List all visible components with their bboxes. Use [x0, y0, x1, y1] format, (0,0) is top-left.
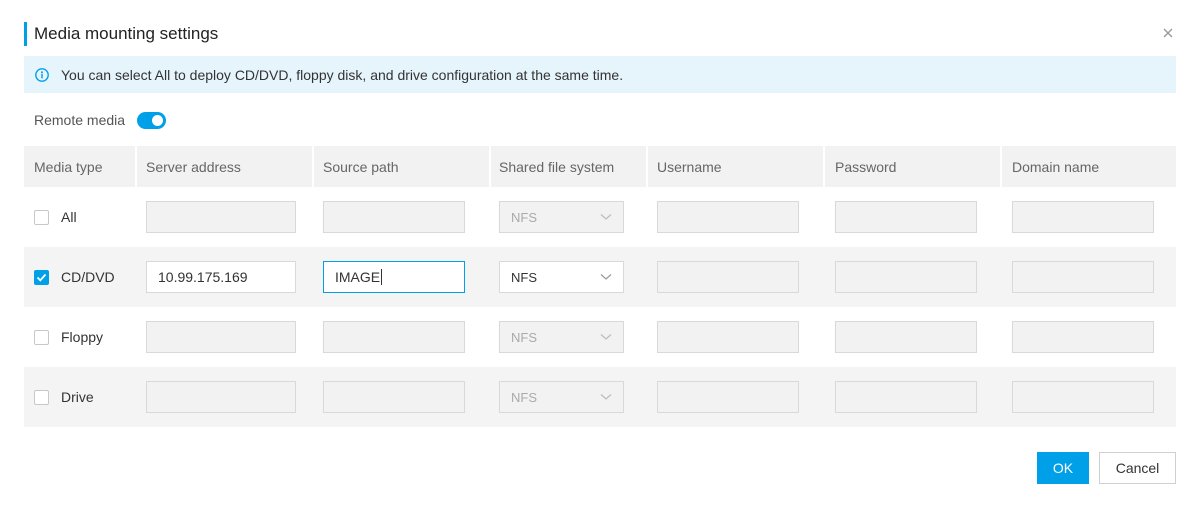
shared-fs-select-all: NFS	[499, 201, 624, 233]
media-type-label: All	[61, 209, 77, 225]
domain-name-input-cd-dvd	[1012, 261, 1154, 293]
col-username: Username	[646, 146, 823, 187]
remote-media-label: Remote media	[34, 112, 126, 128]
username-input-all	[657, 201, 799, 233]
title-accent-bar	[24, 22, 27, 46]
col-domain-name: Domain name	[1000, 146, 1176, 187]
media-type-cell: Floppy	[24, 307, 135, 367]
cancel-button[interactable]: Cancel	[1099, 452, 1176, 484]
table-row-floppy: Floppy NFS	[24, 307, 1176, 367]
toggle-knob	[152, 114, 164, 126]
media-type-cell: All	[24, 187, 135, 247]
server-address-input-floppy	[146, 321, 296, 353]
media-table: Media type Server address Source path Sh…	[24, 146, 1176, 427]
shared-fs-select-drive: NFS	[499, 381, 624, 413]
col-shared-file-system: Shared file system	[489, 146, 646, 187]
chevron-down-icon	[600, 334, 612, 340]
source-path-input-drive	[323, 381, 465, 413]
password-input-all	[835, 201, 977, 233]
ok-button[interactable]: OK	[1037, 452, 1089, 484]
media-type-label: Floppy	[61, 329, 104, 345]
chevron-down-icon	[600, 394, 612, 400]
source-path-value: IMAGE	[335, 269, 381, 285]
source-path-input-floppy	[323, 321, 465, 353]
username-input-cd-dvd	[657, 261, 799, 293]
col-server-address: Server address	[135, 146, 312, 187]
text-cursor	[381, 269, 383, 285]
shared-fs-value: NFS	[511, 269, 537, 285]
media-type-cell: Drive	[24, 367, 135, 427]
shared-fs-value: NFS	[511, 209, 537, 225]
dialog-title: Media mounting settings	[34, 24, 219, 43]
media-type-cell: CD/DVD	[24, 247, 135, 307]
username-input-drive	[657, 381, 799, 413]
server-address-input-all	[146, 201, 296, 233]
shared-fs-value: NFS	[511, 389, 537, 405]
table-header: Media type Server address Source path Sh…	[24, 146, 1176, 187]
shared-fs-select-floppy: NFS	[499, 321, 624, 353]
media-type-label: Drive	[61, 389, 94, 405]
source-path-input-cd-dvd[interactable]: IMAGE	[323, 261, 465, 293]
checkmark-icon	[36, 273, 47, 282]
remote-media-toggle[interactable]	[137, 111, 167, 129]
password-input-cd-dvd	[835, 261, 977, 293]
col-media-type: Media type	[34, 158, 103, 175]
col-source-path: Source path	[312, 146, 489, 187]
close-icon[interactable]	[1160, 25, 1176, 41]
domain-name-input-drive	[1012, 381, 1154, 413]
chevron-down-icon	[600, 274, 612, 280]
server-address-input-cd-dvd[interactable]: 10.99.175.169	[146, 261, 296, 293]
source-path-input-all	[323, 201, 465, 233]
col-password: Password	[823, 146, 1000, 187]
shared-fs-select-cd-dvd[interactable]: NFS	[499, 261, 624, 293]
password-input-drive	[835, 381, 977, 413]
table-row-cd-dvd: CD/DVD 10.99.175.169 IMAGE NFS	[24, 247, 1176, 307]
info-text: You can select All to deploy CD/DVD, flo…	[61, 66, 624, 83]
table-row-all: All NFS	[24, 187, 1176, 247]
password-input-floppy	[835, 321, 977, 353]
table-row-drive: Drive NFS	[24, 367, 1176, 427]
dialog-title-bar: Media mounting settings	[24, 22, 218, 46]
checkbox-all[interactable]	[34, 209, 49, 225]
server-address-input-drive	[146, 381, 296, 413]
info-banner: You can select All to deploy CD/DVD, flo…	[24, 56, 1176, 93]
username-input-floppy	[657, 321, 799, 353]
chevron-down-icon	[600, 214, 612, 220]
domain-name-input-all	[1012, 201, 1154, 233]
checkbox-drive[interactable]	[34, 389, 49, 405]
checkbox-floppy[interactable]	[34, 329, 49, 345]
media-type-label: CD/DVD	[61, 269, 115, 285]
domain-name-input-floppy	[1012, 321, 1154, 353]
remote-media-row: Remote media	[34, 110, 167, 130]
shared-fs-value: NFS	[511, 329, 537, 345]
checkbox-cd-dvd[interactable]	[34, 269, 49, 285]
info-icon	[35, 67, 49, 82]
